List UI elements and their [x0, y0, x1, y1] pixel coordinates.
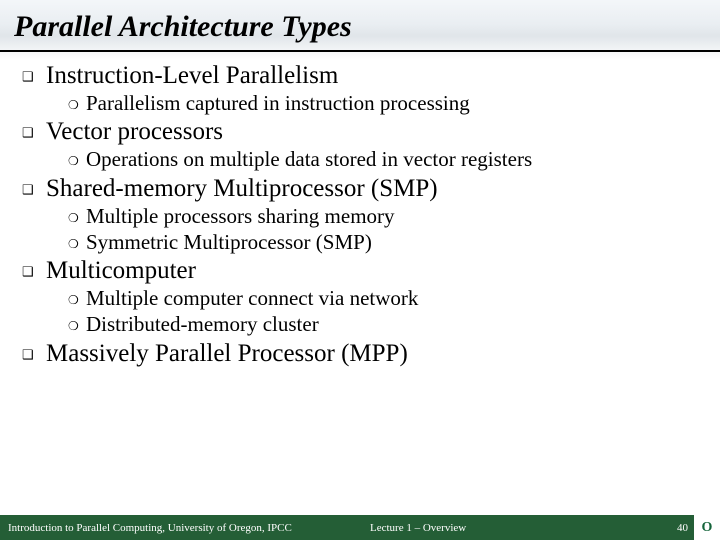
sub-text: Symmetric Multiprocessor (SMP): [86, 229, 372, 255]
sub-text: Multiple computer connect via network: [86, 285, 418, 311]
item-heading: Vector processors: [46, 118, 223, 146]
square-bullet-icon: ❑: [22, 69, 46, 85]
circle-bullet-icon: ❍: [68, 98, 86, 113]
square-bullet-icon: ❑: [22, 347, 46, 363]
item-heading: Instruction-Level Parallelism: [46, 62, 338, 90]
list-item: ❑ Shared-memory Multiprocessor (SMP) ❍ M…: [22, 175, 702, 256]
square-bullet-icon: ❑: [22, 125, 46, 141]
footer-bar: Introduction to Parallel Computing, Univ…: [0, 515, 720, 540]
item-heading: Multicomputer: [46, 257, 196, 285]
sub-item: ❍ Operations on multiple data stored in …: [68, 146, 702, 172]
sub-item: ❍ Distributed-memory cluster: [68, 311, 702, 337]
circle-bullet-icon: ❍: [68, 237, 86, 252]
footer-right: 40 O: [677, 515, 720, 540]
item-heading: Massively Parallel Processor (MPP): [46, 340, 408, 368]
page-number: 40: [677, 522, 688, 534]
sub-item: ❍ Symmetric Multiprocessor (SMP): [68, 229, 702, 255]
logo-letter: O: [702, 520, 713, 536]
square-bullet-icon: ❑: [22, 182, 46, 198]
circle-bullet-icon: ❍: [68, 211, 86, 226]
list-item: ❑ Vector processors ❍ Operations on mult…: [22, 118, 702, 172]
circle-bullet-icon: ❍: [68, 319, 86, 334]
university-logo: O: [694, 515, 720, 540]
footer-left-text: Introduction to Parallel Computing, Univ…: [0, 522, 720, 534]
sub-text: Operations on multiple data stored in ve…: [86, 146, 532, 172]
list-item: ❑ Instruction-Level Parallelism ❍ Parall…: [22, 62, 702, 116]
sub-item: ❍ Multiple processors sharing memory: [68, 203, 702, 229]
list-item: ❑ Massively Parallel Processor (MPP): [22, 340, 702, 368]
square-bullet-icon: ❑: [22, 264, 46, 280]
circle-bullet-icon: ❍: [68, 293, 86, 308]
sub-text: Parallelism captured in instruction proc…: [86, 90, 470, 116]
sub-text: Multiple processors sharing memory: [86, 203, 395, 229]
footer-mid-text: Lecture 1 – Overview: [370, 522, 466, 534]
sub-item: ❍ Parallelism captured in instruction pr…: [68, 90, 702, 116]
sub-item: ❍ Multiple computer connect via network: [68, 285, 702, 311]
sub-text: Distributed-memory cluster: [86, 311, 319, 337]
circle-bullet-icon: ❍: [68, 154, 86, 169]
slide-title: Parallel Architecture Types: [0, 0, 720, 52]
list-item: ❑ Multicomputer ❍ Multiple computer conn…: [22, 257, 702, 338]
slide-content: ❑ Instruction-Level Parallelism ❍ Parall…: [0, 52, 720, 368]
item-heading: Shared-memory Multiprocessor (SMP): [46, 175, 438, 203]
